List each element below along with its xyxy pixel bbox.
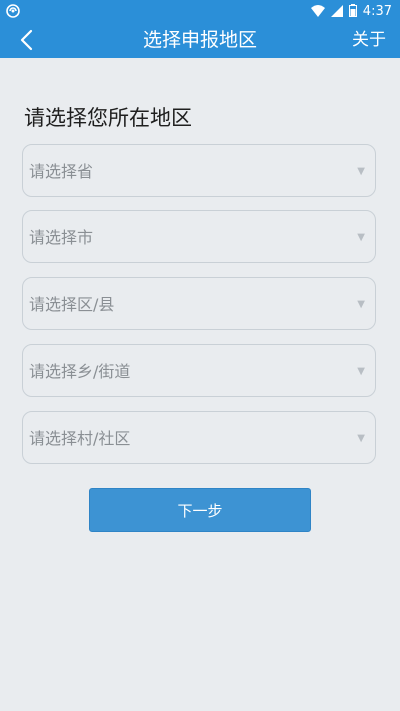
province-select[interactable]: 请选择省 ▼ [22,144,376,197]
district-select[interactable]: 请选择区/县 ▼ [22,277,376,330]
caret-down-icon: ▼ [357,366,365,377]
caret-down-icon: ▼ [357,166,365,177]
caret-down-icon: ▼ [357,299,365,310]
signal-icon [330,2,343,21]
caret-down-icon: ▼ [357,232,365,243]
village-select[interactable]: 请选择村/社区 ▼ [22,411,376,464]
village-select-placeholder: 请选择村/社区 [29,429,131,448]
status-time: 4:37 [362,3,392,19]
caret-down-icon: ▼ [357,433,365,444]
next-button[interactable]: 下一步 [89,488,311,532]
app-bar: 选择申报地区 关于 [0,22,400,58]
battery-icon [348,2,357,21]
notification-icon [6,3,20,22]
about-button[interactable]: 关于 [352,22,386,58]
region-heading: 请选择您所在地区 [24,106,192,130]
district-select-placeholder: 请选择区/县 [29,295,115,314]
town-select[interactable]: 请选择乡/街道 ▼ [22,344,376,397]
city-select-placeholder: 请选择市 [29,228,94,247]
province-select-placeholder: 请选择省 [29,162,94,181]
city-select[interactable]: 请选择市 ▼ [22,210,376,263]
wifi-icon [310,2,325,21]
status-bar: 4:37 [0,0,400,22]
town-select-placeholder: 请选择乡/街道 [29,362,131,381]
page-title: 选择申报地区 [142,29,257,51]
